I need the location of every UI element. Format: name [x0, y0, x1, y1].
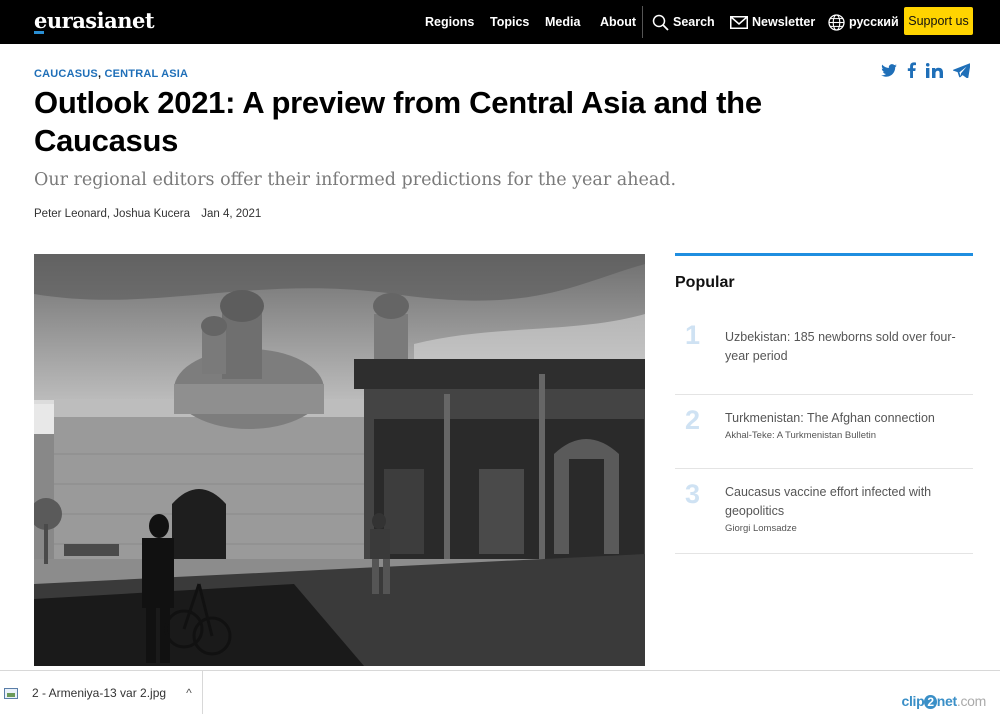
top-navigation-bar: eurasianet Regions Topics Media About Se…: [0, 0, 1000, 44]
category-central-asia[interactable]: CENTRAL ASIA: [104, 68, 188, 80]
category-list: CAUCASUS, CENTRAL ASIA: [34, 68, 188, 80]
popular-sidebar: Popular 1 Uzbekistan: 185 newborns sold …: [675, 253, 973, 554]
envelope-icon: [730, 15, 748, 29]
facebook-icon[interactable]: [907, 62, 916, 78]
category-separator: ,: [97, 68, 102, 80]
article-photo-illustration: [34, 254, 645, 666]
popular-item-2-title[interactable]: Turkmenistan: The Afghan connection: [725, 409, 973, 428]
popular-item-1-title[interactable]: Uzbekistan: 185 newborns sold over four-…: [725, 328, 973, 366]
nav-language-label: русский: [849, 15, 899, 29]
nav-newsletter-label: Newsletter: [752, 15, 816, 29]
popular-item-2[interactable]: 2 Turkmenistan: The Afghan connection Ak…: [675, 395, 973, 469]
nav-newsletter[interactable]: Newsletter: [730, 15, 815, 29]
nav-about[interactable]: About: [600, 15, 636, 29]
logo-accent: [34, 31, 44, 34]
popular-item-3-subtitle[interactable]: Giorgi Lomsadze: [725, 523, 973, 534]
nav-media[interactable]: Media: [545, 15, 580, 29]
author-link-joshua-kucera[interactable]: Joshua Kucera: [113, 208, 190, 220]
popular-item-1[interactable]: 1 Uzbekistan: 185 newborns sold over fou…: [675, 310, 973, 395]
article-date: Jan 4, 2021: [201, 208, 262, 220]
nav-topics-wrap: Topics: [490, 0, 529, 44]
watermark-part-clip: clip: [901, 693, 925, 709]
search-icon: [652, 14, 669, 31]
popular-rank-3: 3: [685, 479, 701, 509]
telegram-icon[interactable]: [953, 62, 970, 78]
share-buttons: [881, 62, 970, 78]
nav-media-wrap: Media: [545, 0, 580, 44]
image-file-icon: [4, 687, 18, 699]
download-item[interactable]: 2 - Armeniya-13 var 2.jpg ^: [0, 671, 203, 714]
watermark-part-2: 2: [924, 695, 937, 709]
linkedin-icon[interactable]: [926, 62, 943, 78]
nav-regions[interactable]: Regions: [425, 15, 474, 29]
author-link-peter-leonard[interactable]: Peter Leonard: [34, 208, 107, 220]
category-caucasus[interactable]: CAUCASUS: [34, 68, 98, 80]
support-us-button[interactable]: Support us: [904, 7, 973, 35]
article-dek: Our regional editors offer their informe…: [34, 170, 677, 190]
article-photo: [34, 254, 645, 666]
nav-search[interactable]: Search: [652, 14, 715, 31]
globe-icon: [828, 13, 845, 31]
article-byline: Peter Leonard, Joshua Kucera Jan 4, 2021: [34, 208, 261, 220]
popular-item-3[interactable]: 3 Caucasus vaccine effort infected with …: [675, 469, 973, 554]
article-title: Outlook 2021: A preview from Central Asi…: [34, 85, 762, 158]
popular-item-3-title[interactable]: Caucasus vaccine effort infected with ge…: [725, 483, 973, 521]
nav-newsletter-wrap: Newsletter: [730, 0, 815, 44]
nav-language-wrap: русский: [828, 0, 899, 44]
nav-topics[interactable]: Topics: [490, 15, 529, 29]
popular-rank-2: 2: [685, 405, 701, 435]
nav-about-wrap: About: [600, 0, 636, 44]
nav-search-label: Search: [673, 15, 715, 29]
author-separator: ,: [106, 208, 111, 220]
download-bar: 2 - Armeniya-13 var 2.jpg ^ clip 2 net.com: [0, 670, 1000, 714]
chevron-up-icon[interactable]: ^: [186, 686, 192, 700]
sidebar-top-rule: [675, 253, 973, 256]
nav-regions-wrap: Regions: [425, 0, 474, 44]
twitter-icon[interactable]: [881, 63, 897, 77]
site-logo[interactable]: eurasianet: [34, 8, 155, 33]
popular-rank-1: 1: [685, 320, 701, 350]
download-filename[interactable]: 2 - Armeniya-13 var 2.jpg: [32, 686, 166, 700]
nav-language[interactable]: русский: [828, 13, 899, 31]
nav-search-wrap: Search: [652, 0, 715, 44]
watermark-part-com: .com: [956, 693, 986, 709]
popular-heading: Popular: [675, 274, 735, 291]
popular-item-2-subtitle[interactable]: Akhal-Teke: A Turkmenistan Bulletin: [725, 430, 973, 441]
nav-divider: [642, 6, 643, 38]
watermark-part-net: net: [936, 693, 957, 709]
clip2net-watermark: clip 2 net.com: [901, 693, 986, 709]
